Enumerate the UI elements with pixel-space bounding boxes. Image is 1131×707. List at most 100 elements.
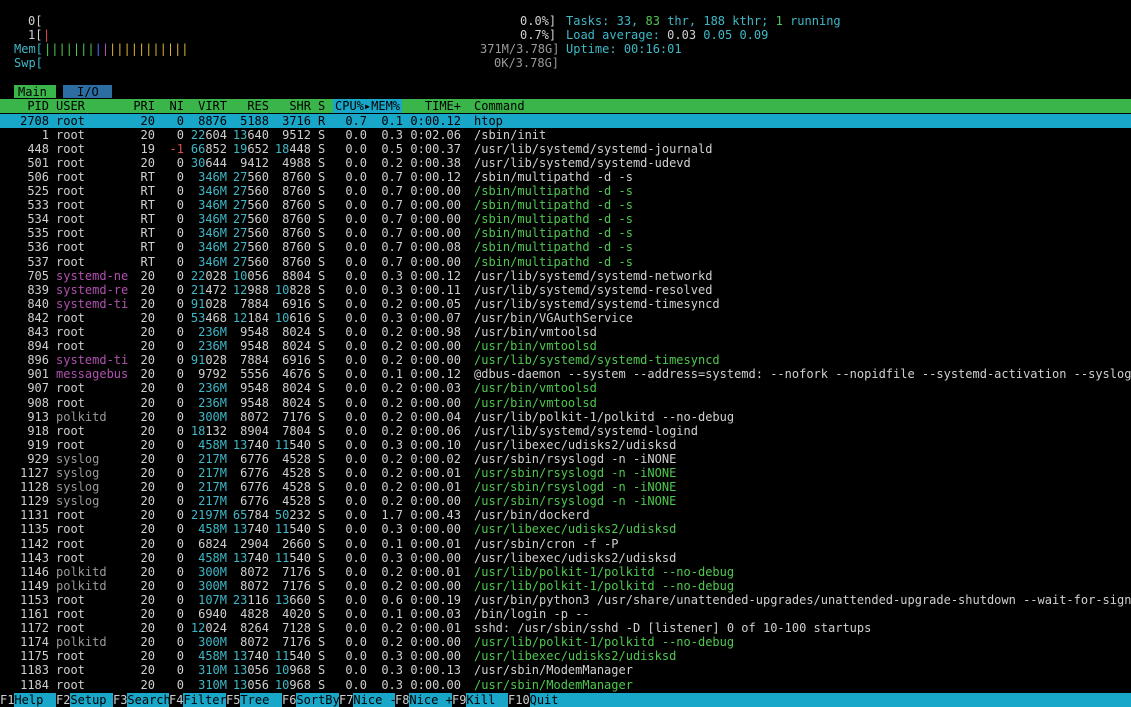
table-row[interactable]: 842 root 20 0 53468 12184 10616 S 0.0 0.3 0:00.07 /… — [0, 311, 1131, 325]
fkey-f7[interactable]: F7 — [339, 693, 354, 707]
cell-res: 9548 — [240, 325, 269, 339]
cell-res: 8072 — [240, 635, 269, 650]
table-row[interactable]: 896 systemd-ti 20 0 91028 7884 6916 S 0.0 0.2 0:00… — [0, 353, 1131, 367]
table-row[interactable]: 705 systemd-ne 20 0 22028 10056 8804 S 0.0 0.3 0:0… — [0, 269, 1131, 283]
fkey-f10[interactable]: F10 — [508, 693, 530, 707]
col-ni[interactable]: NI — [160, 99, 184, 113]
cell-user: systemd-ti — [56, 353, 129, 368]
cell-state: S — [318, 127, 326, 142]
cell-time: 0:00.43 — [410, 508, 461, 523]
fkey-label-kill[interactable]: Kill — [466, 693, 495, 707]
table-row[interactable]: 1131 root 20 0 2197M 65784 50232 S 0.0 1.7 0:00.43… — [0, 508, 1131, 522]
mem-meter-bar: |||||||||||||||||||| — [44, 42, 189, 56]
table-row-selected[interactable]: 2708 root 20 0 8876 5188 3716 R 0.7 0.1 0:00.12 hto… — [0, 113, 1131, 128]
col-cpu-mem-sorted[interactable]: CPU%▸MEM% — [333, 99, 403, 114]
table-row[interactable]: 1161 root 20 0 6940 4828 4020 S 0.0 0.1 0:00.03/bi… — [0, 607, 1131, 621]
table-row[interactable]: 1 root 20 0 22604 13640 9512 S 0.0 0.3 0:02.06/sbi… — [0, 128, 1131, 142]
table-row[interactable]: 918 root 20 0 18132 8904 7804 S 0.0 0.2 0:00.06/us… — [0, 424, 1131, 438]
table-row[interactable]: 1172 root 20 0 12024 8264 7128 S 0.0 0.2 0:00.01 ss… — [0, 621, 1131, 635]
table-row[interactable]: 1129 syslog 20 0 217M 6776 4528 S 0.0 0.2 0:00.00 /… — [0, 494, 1131, 508]
tab-io[interactable]: I/O — [63, 85, 112, 99]
col-virt[interactable]: VIRT — [186, 99, 227, 113]
cell-cpu: 0.0 — [345, 155, 367, 170]
cell-user: root — [56, 169, 85, 184]
table-row[interactable]: 1127 syslog 20 0 217M 6776 4528 S 0.0 0.2 0:00.01 /… — [0, 466, 1131, 480]
table-row[interactable]: 839 systemd-re 20 0 21472 12988 10828 S 0.0 0.3 0:… — [0, 283, 1131, 297]
fkey-f5[interactable]: F5 — [226, 693, 241, 707]
fkey-label-sortby[interactable]: SortBy — [296, 693, 339, 707]
table-row[interactable]: 506 root RT 0 346M 27560 8760 S 0.0 0.7 0:00.12/sb… — [0, 170, 1131, 184]
table-row[interactable]: 1184 root 20 0 310M 13056 10968 S 0.0 0.3 0:00.00 /… — [0, 678, 1131, 692]
table-row[interactable]: 534 root RT 0 346M 27560 8760 S 0.0 0.7 0:00.00/sb… — [0, 212, 1131, 226]
fkey-f6[interactable]: F6 — [282, 693, 297, 707]
table-row[interactable]: 535 root RT 0 346M 27560 8760 S 0.0 0.7 0:00.00/sb… — [0, 226, 1131, 240]
col-state[interactable]: S — [318, 99, 325, 113]
cell-virt: 12024 — [190, 621, 227, 636]
table-row[interactable]: 901 messagebus 20 0 9792 5556 4676 S 0.0 0.1 0:00.… — [0, 367, 1131, 381]
fkey-label-filter[interactable]: Filter — [183, 693, 226, 707]
fkey-f1[interactable]: F1 — [0, 693, 15, 707]
cell-pid: 1135 — [20, 522, 49, 537]
table-row[interactable]: 1143 root 20 0 458M 13740 11540 S 0.0 0.3 0:00.00 /… — [0, 551, 1131, 565]
fkey-label-quit[interactable]: Quit — [530, 693, 559, 707]
cell-shr: 4528 — [282, 480, 311, 495]
col-command[interactable]: Command — [474, 99, 525, 113]
fkey-label-nice[interactable]: Nice - — [353, 693, 396, 707]
table-row[interactable]: 843 root 20 0 236M 9548 8024 S 0.0 0.2 0:00.98/usr… — [0, 325, 1131, 339]
table-row[interactable]: 840 systemd-ti 20 0 91028 7884 6916 S 0.0 0.2 0:00… — [0, 297, 1131, 311]
cell-res: 7884 — [240, 353, 269, 368]
fkey-label-setup[interactable]: Setup — [70, 693, 106, 707]
cell-res: 13640 — [232, 127, 269, 142]
col-user[interactable]: USER — [56, 99, 85, 113]
fkey-f9[interactable]: F9 — [452, 693, 467, 707]
col-pid[interactable]: PID — [0, 99, 49, 113]
col-pri[interactable]: PRI — [120, 99, 155, 113]
table-row[interactable]: 1128 syslog 20 0 217M 6776 4528 S 0.0 0.2 0:00.01 /… — [0, 480, 1131, 494]
table-row[interactable]: 448 root 19 -1 66852 19652 18448 S 0.0 0.5 0:00.37… — [0, 142, 1131, 156]
cell-shr: 7176 — [282, 564, 311, 579]
col-res[interactable]: RES — [230, 99, 269, 113]
table-row[interactable]: 501 root 20 0 30644 9412 4988 S 0.0 0.2 0:00.38/us… — [0, 156, 1131, 170]
cell-pri: RT — [140, 226, 155, 241]
col-shr[interactable]: SHR — [271, 99, 311, 113]
fkey-label-search[interactable]: Search — [127, 693, 170, 707]
fkey-f3[interactable]: F3 — [113, 693, 128, 707]
table-row[interactable]: 1174 polkitd 20 0 300M 8072 7176 S 0.0 0.2 0:00.00… — [0, 635, 1131, 649]
cell-time: 0:00.05 — [410, 296, 461, 311]
table-row[interactable]: 1142 root 20 0 6824 2904 2660 S 0.0 0.1 0:00.01/us… — [0, 537, 1131, 551]
table-row[interactable]: 1183 root 20 0 310M 13056 10968 S 0.0 0.3 0:00.13 /… — [0, 663, 1131, 677]
table-row[interactable]: 913 polkitd 20 0 300M 8072 7176 S 0.0 0.2 0:00.04 /… — [0, 410, 1131, 424]
col-time[interactable]: TIME+ — [414, 99, 461, 113]
cell-pri: RT — [140, 254, 155, 269]
table-row[interactable]: 537 root RT 0 346M 27560 8760 S 0.0 0.7 0:00.00/sb… — [0, 255, 1131, 269]
table-row[interactable]: 1149 polkitd 20 0 300M 8072 7176 S 0.0 0.2 0:00.00… — [0, 579, 1131, 593]
table-row[interactable]: 894 root 20 0 236M 9548 8024 S 0.0 0.2 0:00.00/usr… — [0, 339, 1131, 353]
table-row[interactable]: 533 root RT 0 346M 27560 8760 S 0.0 0.7 0:00.00/sb… — [0, 198, 1131, 212]
table-row[interactable]: 525 root RT 0 346M 27560 8760 S 0.0 0.7 0:00.00/sb… — [0, 184, 1131, 198]
table-row[interactable]: 907 root 20 0 236M 9548 8024 S 0.0 0.2 0:00.03/usr… — [0, 381, 1131, 395]
table-row[interactable]: 1175 root 20 0 458M 13740 11540 S 0.0 0.3 0:00.00 /… — [0, 649, 1131, 663]
table-row[interactable]: 1153 root 20 0 107M 23116 13660 S 0.0 0.6 0:00.19 /… — [0, 593, 1131, 607]
table-row[interactable]: 929 syslog 20 0 217M 6776 4528 S 0.0 0.2 0:00.02/u… — [0, 452, 1131, 466]
table-row[interactable]: 1135 root 20 0 458M 13740 11540 S 0.0 0.3 0:00.00 /… — [0, 522, 1131, 536]
table-row[interactable]: 908 root 20 0 236M 9548 8024 S 0.0 0.2 0:00.00/usr… — [0, 396, 1131, 410]
fkey-label-help[interactable]: Help — [14, 693, 43, 707]
cell-state: S — [318, 536, 326, 551]
cell-pid: 1127 — [20, 466, 49, 480]
fkey-f4[interactable]: F4 — [169, 693, 184, 707]
fkey-f2[interactable]: F2 — [56, 693, 71, 707]
cell-res: 27560 — [232, 226, 269, 241]
cell-command: /usr/bin/vmtoolsd — [474, 381, 597, 396]
fkey-label-tree[interactable]: Tree — [240, 693, 269, 707]
cell-res: 5188 — [240, 113, 269, 128]
fkey-f8[interactable]: F8 — [395, 693, 410, 707]
table-row[interactable]: 919 root 20 0 458M 13740 11540 S 0.0 0.3 0:00.10/u… — [0, 438, 1131, 452]
cell-res: 2904 — [240, 536, 269, 551]
cell-mem: 0.7 — [381, 184, 403, 198]
cell-res: 9412 — [240, 155, 269, 170]
cell-mem: 0.7 — [381, 254, 403, 269]
fkey-label-nice[interactable]: Nice + — [409, 693, 452, 707]
table-row[interactable]: 536 root RT 0 346M 27560 8760 S 0.0 0.7 0:00.08/sb… — [0, 240, 1131, 254]
tab-main[interactable]: Main — [14, 85, 56, 99]
table-row[interactable]: 1146 polkitd 20 0 300M 8072 7176 S 0.0 0.2 0:00.01… — [0, 565, 1131, 579]
